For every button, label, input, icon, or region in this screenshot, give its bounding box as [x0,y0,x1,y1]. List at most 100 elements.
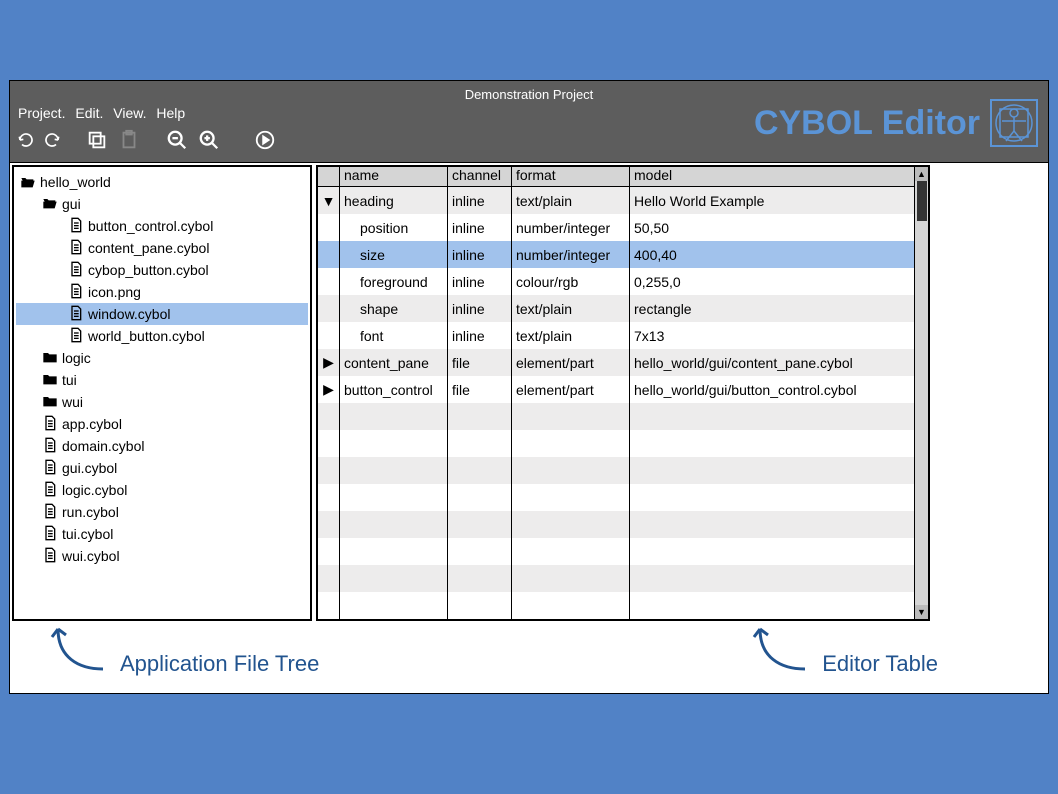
tree-item[interactable]: tui.cybol [16,523,308,545]
file-icon [42,525,58,544]
tree-item[interactable]: wui.cybol [16,545,308,567]
file-icon [42,415,58,434]
tree-label: content_pane.cybol [88,240,209,256]
tree-root[interactable]: hello_world [16,171,308,193]
scrollbar[interactable]: ▲ ▼ [914,167,928,619]
paste-icon[interactable] [118,129,140,151]
tree-label: button_control.cybol [88,218,213,234]
cell-model [630,511,914,538]
header-format[interactable]: format [512,167,630,186]
tree-item[interactable]: cybop_button.cybol [16,259,308,281]
cell-channel: inline [448,214,512,241]
expand-toggle [318,322,340,349]
tree-item[interactable]: tui [16,369,308,391]
redo-icon[interactable] [44,132,60,148]
table-row[interactable]: positioninlinenumber/integer50,50 [318,214,914,241]
table-row[interactable]: fontinlinetext/plain7x13 [318,322,914,349]
table-row[interactable]: ▶button_controlfileelement/parthello_wor… [318,376,914,403]
scroll-down-icon[interactable]: ▼ [915,605,928,619]
cell-channel: inline [448,268,512,295]
expand-toggle [318,592,340,619]
header-name[interactable]: name [340,167,448,186]
table-row[interactable]: foregroundinlinecolour/rgb0,255,0 [318,268,914,295]
scroll-up-icon[interactable]: ▲ [915,167,928,181]
table-row[interactable]: ▶content_panefileelement/parthello_world… [318,349,914,376]
file-icon [42,481,58,500]
cell-name: foreground [340,268,448,295]
tree-item[interactable]: button_control.cybol [16,215,308,237]
cell-format: element/part [512,349,630,376]
tree-item[interactable]: run.cybol [16,501,308,523]
brand: CYBOL Editor [754,99,1038,147]
table-row[interactable]: ▼headinginlinetext/plainHello World Exam… [318,187,914,214]
tree-item[interactable]: app.cybol [16,413,308,435]
expand-toggle [318,538,340,565]
tree-label: wui.cybol [62,548,120,564]
tree-item[interactable]: icon.png [16,281,308,303]
expand-toggle[interactable]: ▼ [318,187,340,214]
cell-format [512,403,630,430]
tree-label: run.cybol [62,504,119,520]
table-row [318,538,914,565]
file-icon [42,459,58,478]
file-icon [68,239,84,258]
header-model[interactable]: model [630,167,914,186]
arrow-icon [48,627,108,677]
cell-format [512,538,630,565]
file-icon [42,547,58,566]
tree-item[interactable]: logic.cybol [16,479,308,501]
header-channel[interactable]: channel [448,167,512,186]
cell-format [512,592,630,619]
undo-icon[interactable] [18,132,34,148]
tree-item[interactable]: world_button.cybol [16,325,308,347]
cell-format: number/integer [512,214,630,241]
cell-model: 7x13 [630,322,914,349]
zoom-out-icon[interactable] [166,129,188,151]
cell-channel: inline [448,295,512,322]
titlebar: Demonstration Project Project. Edit. Vie… [10,81,1048,163]
tree-item[interactable]: window.cybol [16,303,308,325]
menu-project[interactable]: Project. [18,105,65,121]
expand-toggle [318,295,340,322]
zoom-in-icon[interactable] [198,129,220,151]
cell-channel [448,403,512,430]
table-row[interactable]: shapeinlinetext/plainrectangle [318,295,914,322]
cell-format [512,484,630,511]
tree-label: app.cybol [62,416,122,432]
cell-format: text/plain [512,295,630,322]
tree-item[interactable]: wui [16,391,308,413]
annotation-right: Editor Table [822,651,938,677]
play-icon[interactable] [254,129,276,151]
tree-item[interactable]: gui.cybol [16,457,308,479]
menubar: Project. Edit. View. Help [18,105,191,121]
tree-item[interactable]: gui [16,193,308,215]
cell-channel: inline [448,322,512,349]
cell-format [512,457,630,484]
scroll-thumb[interactable] [917,181,927,221]
cell-channel: inline [448,187,512,214]
brand-text: CYBOL Editor [754,104,980,143]
cell-model [630,592,914,619]
tree-item[interactable]: content_pane.cybol [16,237,308,259]
cell-model: hello_world/gui/content_pane.cybol [630,349,914,376]
brand-logo-icon [990,99,1038,147]
tree-item[interactable]: domain.cybol [16,435,308,457]
copy-icon[interactable] [86,129,108,151]
expand-toggle[interactable]: ▶ [318,376,340,403]
expand-toggle[interactable]: ▶ [318,349,340,376]
cell-channel: file [448,376,512,403]
menu-help[interactable]: Help [156,105,185,121]
cell-channel [448,592,512,619]
cell-format [512,430,630,457]
cell-model [630,484,914,511]
cell-name [340,484,448,511]
tree-label: world_button.cybol [88,328,205,344]
cell-model [630,430,914,457]
table-row[interactable]: sizeinlinenumber/integer400,40 [318,241,914,268]
menu-edit[interactable]: Edit. [75,105,103,121]
menu-view[interactable]: View. [113,105,146,121]
tree-item[interactable]: logic [16,347,308,369]
toolbar [18,129,276,151]
editor-table: name channel format model ▼headinginline… [316,165,930,621]
cell-name [340,565,448,592]
